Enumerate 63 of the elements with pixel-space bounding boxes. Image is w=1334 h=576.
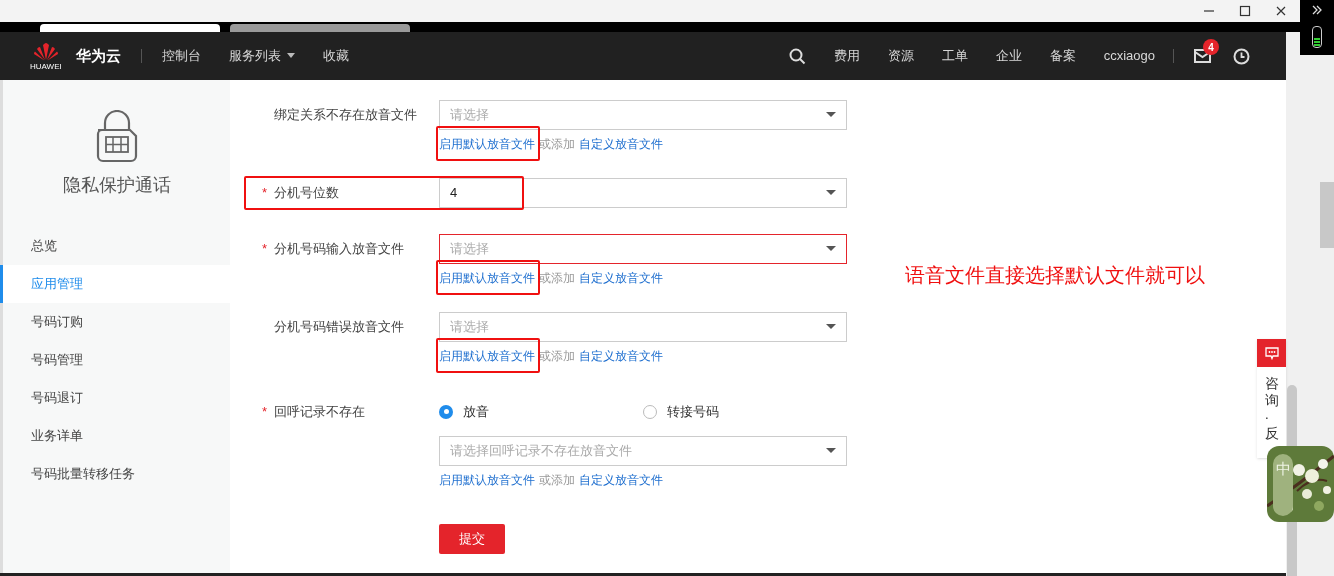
link-separator-text: 或添加 [539, 270, 575, 287]
sidebar-item[interactable]: 号码批量转移任务 [3, 455, 230, 493]
required-mark: * [262, 240, 268, 259]
file-link[interactable]: 启用默认放音文件 [439, 271, 535, 285]
radio-option[interactable]: 放音 [439, 402, 643, 422]
nav-link[interactable]: 企业 [995, 46, 1022, 66]
file-link[interactable]: 启用默认放音文件 [439, 472, 535, 487]
double-chevron-icon[interactable] [1311, 4, 1323, 16]
sidebar-item[interactable]: 业务详单 [3, 417, 230, 455]
required-mark: * [262, 403, 268, 421]
field-label: 分机号位数 [274, 184, 339, 203]
field-label: 绑定关系不存在放音文件 [274, 106, 417, 125]
sidebar-item[interactable]: 号码管理 [3, 341, 230, 379]
clock-icon[interactable] [1233, 47, 1250, 65]
sidebar-item[interactable]: 应用管理 [0, 265, 230, 303]
battery-icon [1312, 26, 1322, 48]
select-field[interactable]: 4 [439, 178, 847, 208]
caret-icon [826, 324, 836, 330]
nav-link[interactable]: ccxiaogo [1103, 46, 1155, 66]
huawei-logo[interactable]: HUAWEI [30, 41, 62, 71]
service-title: 隐私保护通话 [61, 174, 172, 197]
file-link[interactable]: 启用默认放音文件 [439, 349, 535, 363]
close-icon[interactable] [1274, 4, 1288, 18]
nav-link[interactable]: 工单 [941, 46, 968, 66]
link-separator-text: 或添加 [539, 136, 575, 153]
nav-link[interactable]: 收藏 [322, 46, 349, 66]
file-link[interactable]: 自定义放音文件 [579, 470, 663, 489]
maximize-icon[interactable] [1238, 4, 1252, 18]
nav-link[interactable]: 备案 [1049, 46, 1076, 66]
caret-icon [286, 53, 295, 59]
nav-link[interactable]: 费用 [833, 46, 860, 66]
mail-icon[interactable] [1194, 49, 1211, 63]
caret-icon [826, 246, 836, 252]
sidebar-item[interactable]: 总览 [3, 227, 230, 265]
nav-link[interactable]: 服务列表 [228, 46, 295, 66]
file-link[interactable]: 自定义放音文件 [579, 269, 663, 287]
field-label: 回呼记录不存在 [274, 403, 365, 421]
caret-icon [826, 190, 836, 196]
scrollbar[interactable] [1320, 182, 1334, 248]
file-link[interactable]: 自定义放音文件 [579, 135, 663, 153]
nav-link[interactable]: 资源 [887, 46, 914, 66]
sidebar-item[interactable]: 号码订购 [3, 303, 230, 341]
search-icon[interactable] [788, 47, 806, 65]
sidebar-item[interactable]: 号码退订 [3, 379, 230, 417]
nav-link[interactable]: 控制台 [161, 46, 201, 66]
chat-button[interactable] [1257, 339, 1286, 367]
link-separator-text: 或添加 [539, 348, 575, 365]
submit-button[interactable]: 提交 [439, 523, 505, 554]
link-separator-text: 或添加 [539, 471, 575, 489]
radio-option[interactable]: 转接号码 [643, 402, 847, 422]
field-label: 分机号码输入放音文件 [274, 240, 404, 259]
caret-icon [826, 447, 836, 454]
file-link[interactable]: 启用默认放音文件 [439, 137, 535, 151]
radio-button[interactable] [643, 404, 657, 419]
caret-icon [826, 112, 836, 118]
brand-name: 华为云 [75, 45, 121, 66]
field-label: 分机号码错误放音文件 [274, 318, 404, 337]
chat-icon [1264, 346, 1279, 360]
radio-button[interactable] [439, 404, 453, 419]
required-mark: * [262, 184, 268, 203]
notification-badge: 4 [1203, 39, 1219, 55]
annotation-text: 语音文件直接选择默认文件就可以 [905, 263, 1205, 288]
file-link[interactable]: 自定义放音文件 [579, 347, 663, 365]
